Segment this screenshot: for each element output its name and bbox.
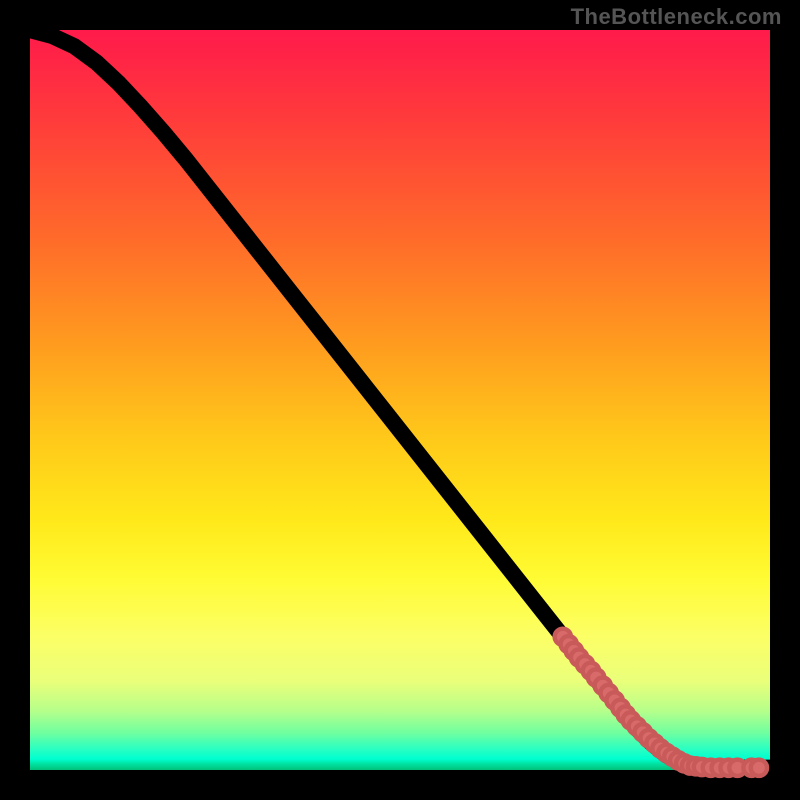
chart-frame: TheBottleneck.com xyxy=(0,0,800,800)
watermark-text: TheBottleneck.com xyxy=(571,4,782,30)
highlight-dots-group xyxy=(555,629,767,776)
chart-overlay xyxy=(30,30,770,770)
highlight-dot xyxy=(751,760,767,776)
bottleneck-curve xyxy=(30,30,770,768)
